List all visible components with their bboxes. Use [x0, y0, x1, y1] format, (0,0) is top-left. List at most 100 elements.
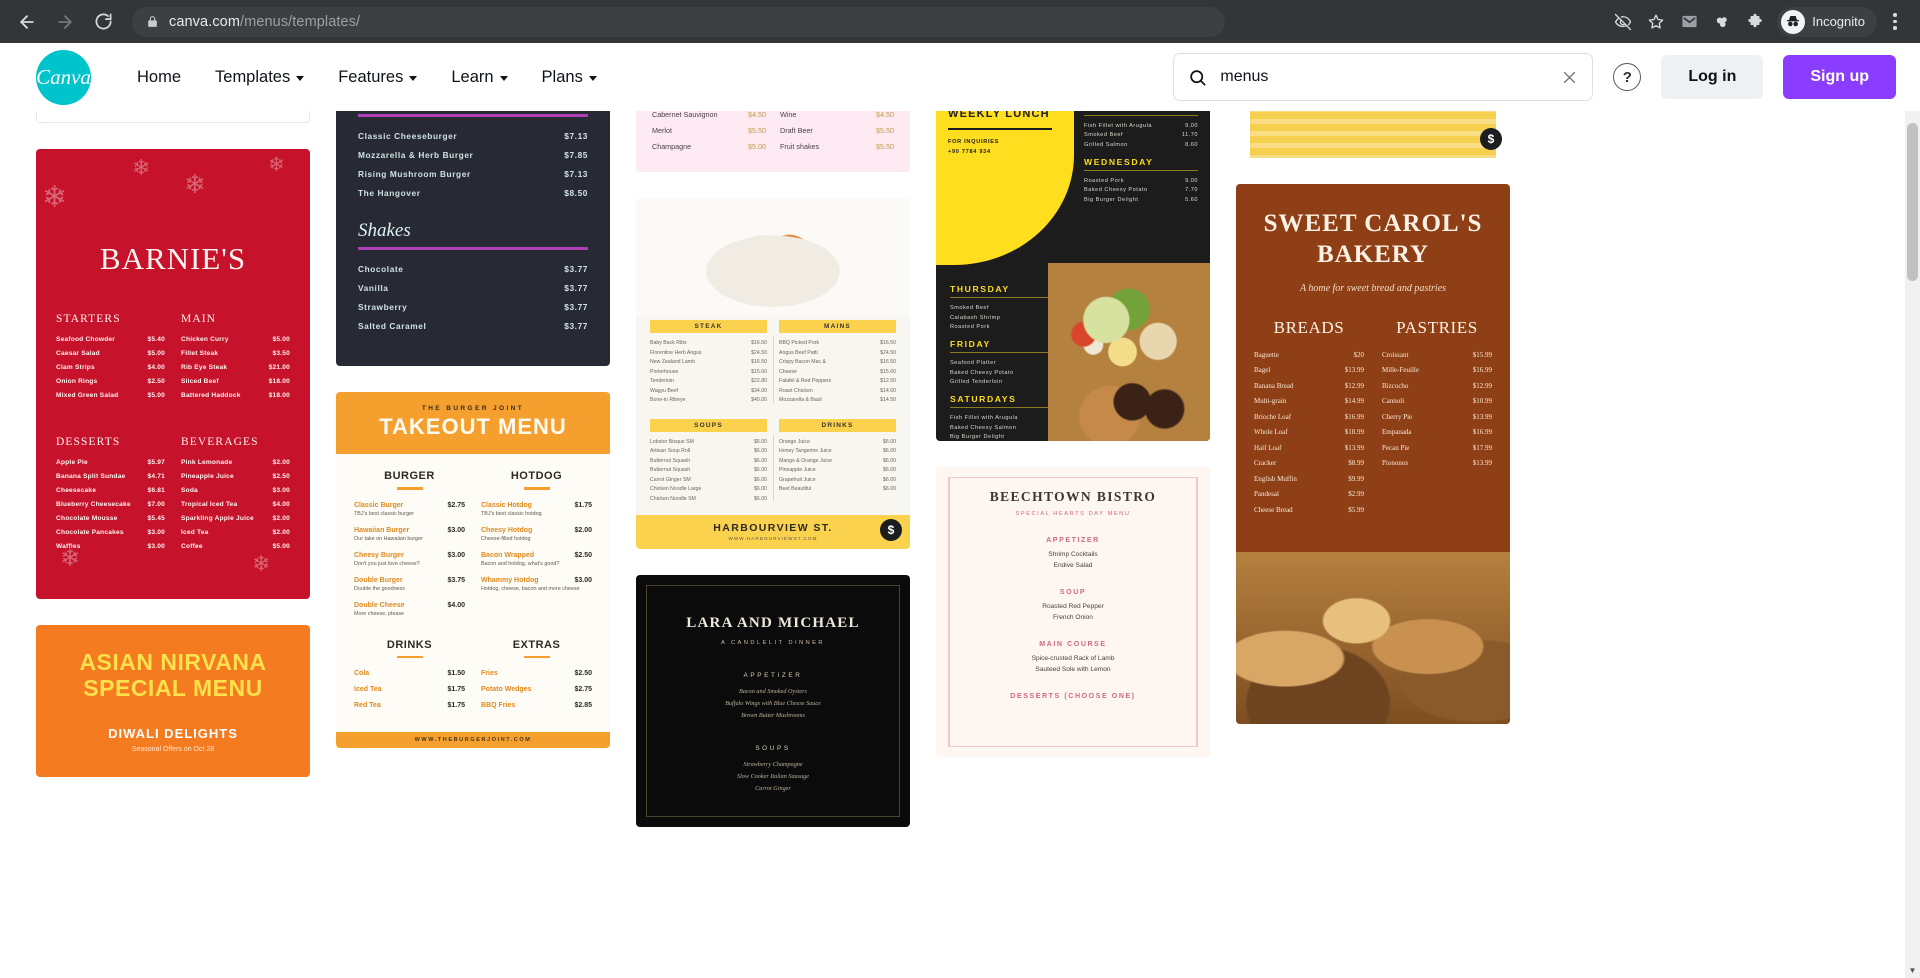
- menu-item: Cheesy Burger $3.00 Don't you just love ch…: [354, 552, 465, 567]
- item-price: $2.00: [272, 459, 290, 466]
- item-price: 7.70: [1185, 187, 1198, 193]
- item-price: $4.50: [748, 111, 766, 119]
- address-bar[interactable]: canva.com/menus/templates/: [132, 6, 1225, 37]
- kebab-menu-icon[interactable]: [1882, 7, 1908, 37]
- extension-cloud-icon[interactable]: [1707, 7, 1737, 37]
- menu-column: MAIN Chicken Curry $5.00 Fillet Steak $3.5…: [181, 313, 290, 406]
- item-name: Calabash Shrimp: [950, 314, 1001, 321]
- item-price: $5.45: [147, 515, 165, 522]
- item-name: Honey Tangerine Juice: [779, 448, 832, 454]
- menu-item: Sparkling Apple Juice $2.00: [181, 515, 290, 522]
- item-name: Wine: [780, 111, 797, 119]
- menu-item: Porterhouse $15.60: [650, 369, 767, 375]
- section-heading: DESSERTS: [56, 436, 121, 448]
- item-name: Chicken Curry: [181, 336, 229, 343]
- menu-item: Multi-grain $14.99: [1254, 397, 1364, 405]
- pro-badge: $: [1480, 128, 1502, 150]
- template-card-john-weekly-lunch[interactable]: John WEEKLY LUNCH FOR INQUIRIES +90 7784…: [936, 111, 1210, 441]
- item-price: $1.50: [447, 670, 465, 677]
- menu-item: Seafood Chowder $5.40: [56, 336, 165, 343]
- item-name: Artisan Soup Roll: [650, 448, 691, 454]
- chevron-down-icon: [296, 75, 305, 81]
- template-card-sweet-carols-bakery[interactable]: SWEET CAROL'S BAKERY A home for sweet bre…: [1236, 184, 1510, 724]
- nav-item-templates[interactable]: Templates: [215, 67, 305, 87]
- clear-search-icon[interactable]: [1561, 69, 1578, 86]
- item-price: $3.50: [272, 350, 290, 357]
- menu-section-group: STARTERS Seafood Chowder $5.40 Caesar Sal…: [56, 313, 290, 406]
- incognito-profile-button[interactable]: Incognito: [1777, 6, 1877, 37]
- menu-item: Hawaiian Burger $3.00 Our take on Hawaiian…: [354, 527, 465, 542]
- scrollbar-thumb[interactable]: [1907, 123, 1918, 281]
- item-name: Pecan Pie: [1382, 443, 1410, 452]
- results-column-1: ❄ ❄ ❄ ❄ ❄ ❄ BARNIE'S STARTERS Seafood Ch…: [36, 111, 310, 827]
- item-name: Whole Loaf: [1254, 428, 1288, 436]
- item-price: $13.99: [1344, 443, 1364, 452]
- nav-item-features[interactable]: Features: [338, 68, 418, 87]
- item-name: Cracker: [1254, 459, 1277, 467]
- template-card-wine-drinks[interactable]: WINE Sherry$7.00 Cabernet Sauvignon$4.50…: [636, 111, 910, 172]
- menu-column: DRINKS Sparkling water$7.00 Wine$4.50 Dr…: [780, 111, 894, 158]
- bookmark-star-icon[interactable]: [1641, 7, 1671, 37]
- search-input[interactable]: menus: [1173, 53, 1594, 101]
- divider: [773, 336, 774, 403]
- card-body: BURGER Classic Burger $2.75 TBJ's best cla…: [336, 454, 610, 732]
- scroll-down-arrow[interactable]: ▼: [1905, 963, 1920, 978]
- menu-item: Fries $2.50: [481, 670, 592, 677]
- template-results-grid: ❄ ❄ ❄ ❄ ❄ ❄ BARNIE'S STARTERS Seafood Ch…: [0, 111, 1920, 978]
- item-price: $5.50: [748, 126, 766, 135]
- canva-logo[interactable]: Canva: [36, 49, 91, 105]
- signup-button[interactable]: Sign up: [1783, 55, 1896, 99]
- item-price: $16.99: [1472, 366, 1492, 374]
- template-card-burgers-fries[interactable]: Burgers & Fries Classic Cheeseburger$7.1…: [336, 111, 610, 366]
- menu-item: Lobster Bisque SM $6.00: [650, 439, 767, 445]
- nav-item-home[interactable]: Home: [137, 68, 181, 87]
- nav-item-plans[interactable]: Plans: [542, 68, 597, 87]
- reload-button[interactable]: [86, 5, 120, 39]
- page-scrollbar[interactable]: ▲ ▼: [1905, 43, 1920, 978]
- browser-toolbar-actions: Incognito: [1608, 6, 1910, 37]
- item-name: Blueberry Cheesecake: [56, 501, 131, 508]
- item-name: Vanilla: [358, 283, 389, 293]
- back-button[interactable]: [10, 5, 44, 39]
- menu-item: Butternut Squash $6.00: [650, 458, 767, 464]
- item-name: Chocolate: [358, 264, 404, 274]
- menu-column: BREADS Baguette $20 Bagel $13.99 Banana Br…: [1254, 318, 1364, 522]
- menu-item: Potato Wedges $2.75: [481, 686, 592, 693]
- item-name: Fillet Steak: [181, 350, 219, 357]
- gmail-extension-icon[interactable]: [1674, 7, 1704, 37]
- item-price: $2.00: [574, 526, 592, 534]
- item-price: $1.75: [447, 686, 465, 693]
- item-name: Falafel & Red Peppers: [779, 378, 832, 384]
- menu-item: Strawberry $3.77: [358, 302, 588, 312]
- template-card-poppy-diner[interactable]: 40 SOUTH ROCK CREEK ST, VINCENTOWN, NJ 0…: [1236, 111, 1510, 158]
- template-card-barnies[interactable]: ❄ ❄ ❄ ❄ ❄ ❄ BARNIE'S STARTERS Seafood Ch…: [36, 149, 310, 599]
- nav-label: Templates: [215, 67, 291, 86]
- item-name: Draft Beer: [780, 126, 813, 135]
- template-card-takeout-menu[interactable]: THE BURGER JOINT TAKEOUT MENU BURGER Cla…: [336, 392, 610, 748]
- menu-item: The Hangover $8.50: [358, 188, 588, 198]
- item-price: $6.00: [754, 457, 767, 464]
- menu-item: Classic Burger $2.75 TBJ's best classic bu…: [354, 502, 465, 517]
- lock-icon: [146, 15, 159, 28]
- section-heading: Shakes: [358, 220, 411, 241]
- nav-item-learn[interactable]: Learn: [451, 68, 508, 87]
- extension-puzzle-icon[interactable]: [1740, 7, 1770, 37]
- login-button[interactable]: Log in: [1661, 55, 1764, 99]
- menu-item: Blueberry Cheesecake $7.00: [56, 501, 165, 508]
- template-card-lara-michael[interactable]: LARA AND MICHAEL A CANDLELIT DINNER APPE…: [636, 575, 910, 827]
- menu-item: Classic Cheeseburger $7.13: [358, 131, 588, 141]
- help-button[interactable]: ?: [1613, 63, 1642, 91]
- eye-slash-icon[interactable]: [1608, 7, 1638, 37]
- item-price: $5.00: [147, 350, 165, 357]
- forward-button[interactable]: [48, 5, 82, 39]
- bakery-photo: [1236, 552, 1510, 724]
- template-card-harbourview[interactable]: STEAK Baby Back Ribs $16.50 Florentine He…: [636, 198, 910, 549]
- item-name: Crispy Bacon Mac &: [779, 359, 826, 365]
- item-name: Cannoli: [1382, 397, 1405, 405]
- section-heading: EXTRAS: [512, 638, 561, 651]
- template-card-placeholder[interactable]: [36, 111, 310, 123]
- template-card-beechtown-bistro[interactable]: BEECHTOWN BISTRO SPECIAL HEARTS DAY MENU…: [936, 467, 1210, 757]
- menu-item: Bone-in Ribeye $40.00: [650, 397, 767, 403]
- menu-column: MAINS BBQ Picked Pork $16.50 Angus Beef P…: [779, 320, 896, 407]
- template-card-asian-nirvana[interactable]: ASIAN NIRVANA SPECIAL MENU DIWALI DELIGHT…: [36, 625, 310, 777]
